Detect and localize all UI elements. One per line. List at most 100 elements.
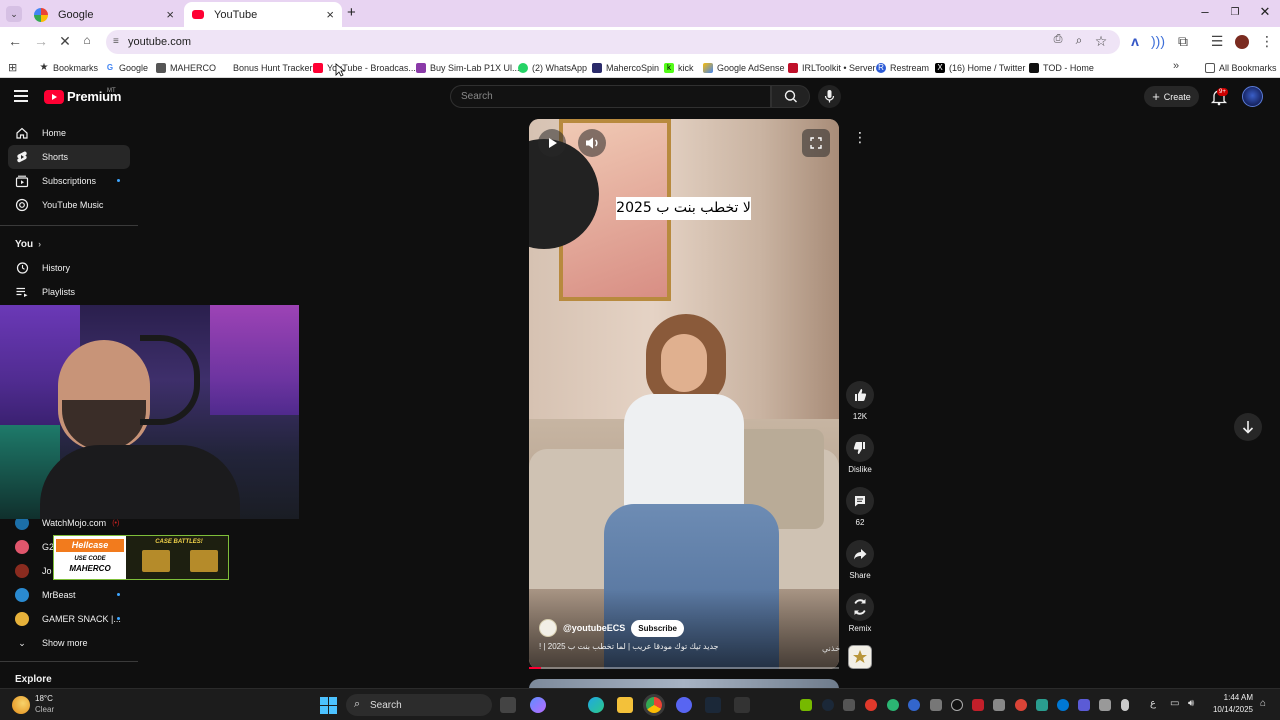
bookmark-item[interactable]: Bonus Hunt Tracker bbox=[219, 60, 313, 76]
chrome-icon[interactable] bbox=[646, 697, 662, 713]
bookmark-star-icon[interactable]: ☆ bbox=[1092, 33, 1110, 50]
bookmark-item[interactable]: MahercoSpin bbox=[592, 60, 659, 76]
volume-icon[interactable]: 🔊︎ bbox=[1188, 698, 1194, 709]
short-sound-label[interactable]: خذني bbox=[822, 644, 840, 653]
search-input[interactable]: Search bbox=[450, 85, 771, 108]
weather-temp[interactable]: 18°C bbox=[35, 694, 53, 703]
install-icon[interactable]: ⎙ bbox=[1049, 33, 1067, 46]
tray-app-icon[interactable] bbox=[1015, 699, 1027, 711]
sidebar-item-home[interactable]: Home bbox=[8, 121, 130, 145]
task-view-icon[interactable] bbox=[500, 697, 516, 713]
search-button[interactable] bbox=[771, 85, 810, 108]
subscribe-button[interactable]: Subscribe bbox=[631, 619, 684, 637]
discord-icon[interactable] bbox=[676, 697, 692, 713]
channel-avatar[interactable] bbox=[539, 619, 557, 637]
nvidia-icon[interactable] bbox=[800, 699, 812, 711]
youtube-premium-logo[interactable]: Premium MT bbox=[44, 88, 121, 104]
tray-app-icon[interactable] bbox=[993, 699, 1005, 711]
bookmark-item[interactable]: Google AdSense bbox=[703, 60, 785, 76]
sound-thumbnail[interactable] bbox=[848, 645, 872, 669]
volume-button[interactable] bbox=[578, 129, 606, 157]
tray-app-icon[interactable] bbox=[887, 699, 899, 711]
bookmark-item[interactable]: X (16) Home / Twitter bbox=[935, 60, 1025, 76]
steam-icon[interactable] bbox=[705, 697, 721, 713]
close-icon[interactable]: × bbox=[166, 7, 174, 22]
tray-app-icon[interactable] bbox=[1036, 699, 1048, 711]
extensions-icon[interactable]: ⧉ bbox=[1174, 33, 1192, 50]
restore-icon[interactable]: ❐ bbox=[1220, 7, 1250, 18]
back-icon[interactable]: ← bbox=[6, 33, 24, 49]
bookmark-item[interactable]: R Restream bbox=[876, 60, 929, 76]
sidebar-item-history[interactable]: History bbox=[8, 256, 130, 280]
extension-a-icon[interactable]: ʌ bbox=[1126, 33, 1144, 49]
tab-google[interactable]: Google × bbox=[26, 2, 182, 27]
fullscreen-button[interactable] bbox=[802, 129, 830, 157]
microphone-icon[interactable] bbox=[1121, 699, 1129, 711]
comments-button[interactable]: 62 bbox=[845, 487, 875, 527]
share-button[interactable]: Share bbox=[845, 540, 875, 580]
tray-app-icon[interactable] bbox=[951, 699, 963, 711]
more-options-icon[interactable]: ⋮ bbox=[847, 129, 873, 157]
app-icon[interactable] bbox=[734, 697, 750, 713]
short-progress-bar[interactable] bbox=[529, 667, 839, 669]
tray-app-icon[interactable] bbox=[908, 699, 920, 711]
tab-search-icon[interactable]: ⌄ bbox=[6, 6, 22, 22]
weather-icon[interactable] bbox=[12, 696, 30, 714]
sidebar-item-subscriptions[interactable]: Subscriptions bbox=[8, 169, 130, 193]
network-icon[interactable]: ▭ bbox=[1170, 698, 1179, 709]
more-bookmarks-icon[interactable]: » bbox=[1173, 60, 1179, 72]
menu-icon[interactable] bbox=[14, 90, 28, 105]
steam-tray-icon[interactable] bbox=[822, 699, 834, 711]
bookmark-item[interactable]: k kick bbox=[664, 60, 694, 76]
tray-app-icon[interactable] bbox=[1078, 699, 1090, 711]
sidebar-you-heading[interactable]: You › bbox=[15, 239, 41, 250]
remix-button[interactable]: Remix bbox=[845, 593, 875, 633]
all-bookmarks[interactable]: All Bookmarks bbox=[1205, 60, 1277, 76]
extension-wave-icon[interactable]: ))) bbox=[1149, 33, 1167, 49]
tray-app-icon[interactable] bbox=[972, 699, 984, 711]
tray-app-icon[interactable] bbox=[930, 699, 942, 711]
close-window-icon[interactable]: ✕ bbox=[1250, 4, 1280, 20]
bluetooth-icon[interactable] bbox=[1057, 699, 1069, 711]
next-short-button[interactable] bbox=[1234, 413, 1262, 441]
dislike-button[interactable]: Dislike bbox=[845, 434, 875, 474]
forward-icon[interactable]: → bbox=[32, 33, 50, 49]
bookmark-item[interactable]: (2) WhatsApp bbox=[518, 60, 587, 76]
clock-time[interactable]: 1:44 AM bbox=[1205, 693, 1253, 702]
profile-avatar[interactable] bbox=[1235, 35, 1249, 49]
minimize-icon[interactable]: – bbox=[1190, 4, 1220, 19]
reload-icon[interactable]: ✕ bbox=[56, 33, 74, 50]
sidebar-channel[interactable]: MrBeast bbox=[8, 583, 130, 607]
bookmark-item[interactable]: YouTube - Broadcas... bbox=[313, 60, 416, 76]
menu-icon[interactable]: ⋮ bbox=[1258, 33, 1276, 50]
new-tab-icon[interactable]: + bbox=[347, 4, 356, 21]
site-settings-icon[interactable]: ≡ bbox=[113, 36, 119, 47]
bookmark-item[interactable]: ★ Bookmarks bbox=[39, 60, 99, 76]
tab-youtube[interactable]: YouTube × bbox=[184, 2, 342, 27]
tray-app-icon[interactable] bbox=[865, 699, 877, 711]
create-button[interactable]: + Create bbox=[1144, 86, 1199, 107]
sidebar-item-youtube-music[interactable]: YouTube Music bbox=[8, 193, 130, 217]
sidebar-channel[interactable]: GAMER SNACK |... bbox=[8, 607, 130, 631]
tray-app-icon[interactable] bbox=[843, 699, 855, 711]
notifications-icon[interactable]: ⌂ bbox=[1260, 698, 1266, 709]
like-button[interactable]: 12K bbox=[845, 381, 875, 421]
file-explorer-icon[interactable] bbox=[617, 697, 633, 713]
channel-handle[interactable]: @youtubeECS bbox=[563, 623, 625, 633]
short-title[interactable]: جديد تيك توك مودقا عريب | لما تخطب بنت ب… bbox=[539, 642, 819, 651]
bookmark-item[interactable]: Buy Sim-Lab P1X Ul... bbox=[416, 60, 520, 76]
clock-date[interactable]: 10/14/2025 bbox=[1205, 705, 1253, 714]
show-more-button[interactable]: ⌄ Show more bbox=[8, 631, 130, 655]
input-language[interactable]: ع bbox=[1150, 698, 1156, 709]
voice-search-button[interactable] bbox=[818, 85, 841, 108]
bookmark-item[interactable]: G Google bbox=[105, 60, 148, 76]
bookmark-item[interactable]: TOD - Home bbox=[1029, 60, 1094, 76]
zoom-icon[interactable]: ⌕ bbox=[1070, 33, 1088, 48]
taskbar-search[interactable]: ⌕ Search bbox=[346, 694, 492, 716]
play-button[interactable] bbox=[538, 129, 566, 157]
apps-icon[interactable]: ⊞ bbox=[8, 61, 17, 74]
sidebar-item-playlists[interactable]: Playlists bbox=[8, 280, 130, 304]
home-icon[interactable]: ⌂ bbox=[78, 33, 96, 47]
user-avatar[interactable] bbox=[1242, 86, 1263, 107]
windows-start-icon[interactable] bbox=[320, 697, 337, 714]
